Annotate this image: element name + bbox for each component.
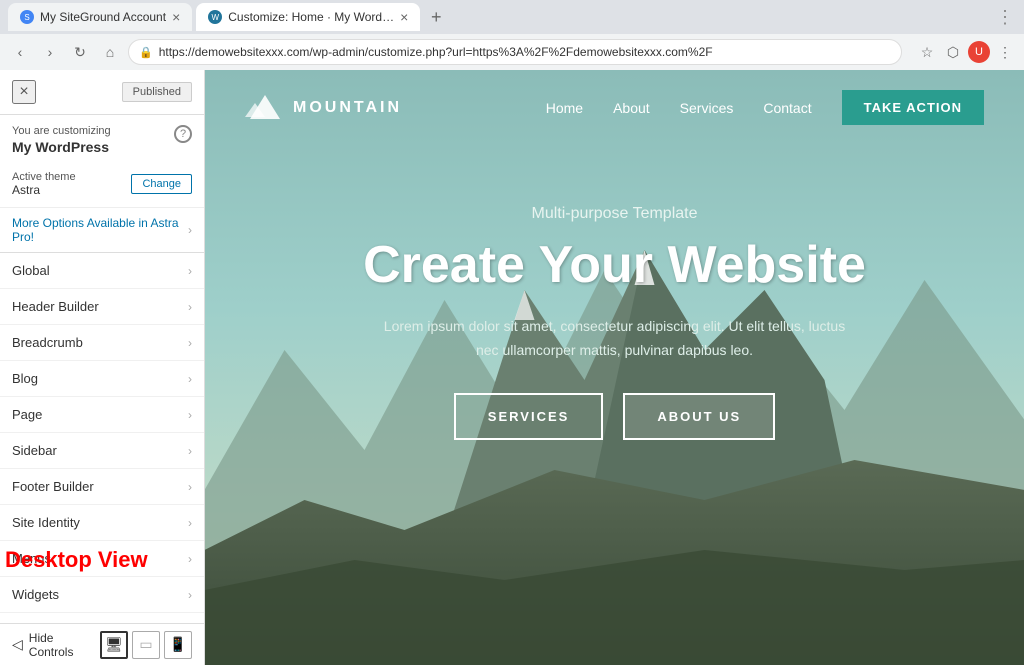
hide-controls-icon: ◁	[12, 636, 23, 653]
lock-icon: 🔒	[139, 46, 153, 59]
logo-text: MOUNTAIN	[293, 99, 402, 117]
astra-pro-chevron: ›	[188, 223, 192, 237]
menu-item-footer-builder-chevron: ›	[188, 480, 192, 494]
profile-icon[interactable]: U	[968, 41, 990, 63]
menu-item-widgets[interactable]: Widgets ›	[0, 577, 204, 613]
tab-1-favicon: S	[20, 10, 34, 24]
new-tab-button[interactable]: +	[424, 5, 448, 29]
hero-content: Multi-purpose Template Create Your Websi…	[205, 145, 1024, 480]
sidebar-bottom: ◁ Hide Controls 🖥 ▭ 📱	[0, 623, 204, 665]
nav-about[interactable]: About	[613, 100, 650, 116]
astra-pro-text: More Options Available in Astra Pro!	[12, 216, 188, 244]
site-header: MOUNTAIN Home About Services Contact TAK…	[205, 70, 1024, 145]
menu-item-header-builder-chevron: ›	[188, 300, 192, 314]
menu-item-menus-label: Menus	[12, 551, 51, 566]
bookmark-icon[interactable]: ☆	[916, 41, 938, 63]
menu-item-page[interactable]: Page ›	[0, 397, 204, 433]
menu-item-site-identity-chevron: ›	[188, 516, 192, 530]
menu-item-sidebar-chevron: ›	[188, 444, 192, 458]
tab-1-title: My SiteGround Account	[40, 10, 166, 24]
site-nav: Home About Services Contact TAKE ACTION	[546, 90, 984, 125]
menu-item-breadcrumb-label: Breadcrumb	[12, 335, 83, 350]
nav-contact[interactable]: Contact	[763, 100, 811, 116]
customizing-label: You are customizing	[12, 125, 111, 137]
address-bar: ‹ › ↻ ⌂ 🔒 https://demowebsitexxx.com/wp-…	[0, 34, 1024, 70]
hero-description: Lorem ipsum dolor sit amet, consectetur …	[375, 315, 855, 363]
menu-item-homepage-settings[interactable]: Homepage Settings ›	[0, 613, 204, 623]
published-badge: Published	[122, 82, 192, 102]
tab-bar: S My SiteGround Account × W Customize: H…	[0, 0, 1024, 34]
menu-item-breadcrumb-chevron: ›	[188, 336, 192, 350]
tab-2-close[interactable]: ×	[400, 9, 408, 25]
nav-cta-button[interactable]: TAKE ACTION	[842, 90, 984, 125]
tab-2-title: Customize: Home · My Word…	[228, 10, 394, 24]
menu-item-site-identity-label: Site Identity	[12, 515, 80, 530]
astra-pro-banner[interactable]: More Options Available in Astra Pro! ›	[0, 208, 204, 253]
menu-item-breadcrumb[interactable]: Breadcrumb ›	[0, 325, 204, 361]
menu-item-blog-chevron: ›	[188, 372, 192, 386]
sidebar-header: × Published	[0, 70, 204, 115]
theme-row: Active theme Astra Change	[0, 165, 204, 208]
menu-item-global-chevron: ›	[188, 264, 192, 278]
site-preview: MOUNTAIN Home About Services Contact TAK…	[205, 70, 1024, 665]
hide-controls-label: Hide Controls	[29, 631, 82, 659]
menu-item-header-builder-label: Header Builder	[12, 299, 99, 314]
site-name: My WordPress	[12, 139, 111, 155]
preview-area: MOUNTAIN Home About Services Contact TAK…	[205, 70, 1024, 665]
sidebar-menu: Global › Header Builder › Breadcrumb › B…	[0, 253, 204, 623]
menu-item-menus[interactable]: Menus ›	[0, 541, 204, 577]
logo-mountain-icon	[245, 93, 285, 123]
tab-2[interactable]: W Customize: Home · My Word… ×	[196, 3, 420, 31]
services-button[interactable]: SERVICES	[454, 393, 604, 440]
window-controls: ⋮	[994, 6, 1016, 28]
url-bar[interactable]: 🔒 https://demowebsitexxx.com/wp-admin/cu…	[128, 39, 902, 65]
home-button[interactable]: ⌂	[98, 40, 122, 64]
menu-icon[interactable]: ⋮	[994, 41, 1016, 63]
about-button[interactable]: ABOUT US	[623, 393, 775, 440]
sidebar-info: You are customizing My WordPress ?	[0, 115, 204, 165]
help-icon[interactable]: ?	[174, 125, 192, 143]
menu-item-site-identity[interactable]: Site Identity ›	[0, 505, 204, 541]
browser-chrome: S My SiteGround Account × W Customize: H…	[0, 0, 1024, 70]
tab-1-close[interactable]: ×	[172, 9, 180, 25]
menu-item-sidebar[interactable]: Sidebar ›	[0, 433, 204, 469]
sidebar-close-button[interactable]: ×	[12, 80, 36, 104]
reload-button[interactable]: ↻	[68, 40, 92, 64]
url-text: https://demowebsitexxx.com/wp-admin/cust…	[159, 45, 713, 59]
hero-title: Create Your Website	[245, 235, 984, 295]
customize-sidebar: × Published You are customizing My WordP…	[0, 70, 205, 665]
nav-services[interactable]: Services	[680, 100, 734, 116]
menu-item-blog[interactable]: Blog ›	[0, 361, 204, 397]
menu-item-blog-label: Blog	[12, 371, 38, 386]
nav-home[interactable]: Home	[546, 100, 583, 116]
desktop-view-button[interactable]: 🖥	[100, 631, 128, 659]
extensions-icon[interactable]: ⬡	[942, 41, 964, 63]
menu-item-footer-builder[interactable]: Footer Builder ›	[0, 469, 204, 505]
menu-item-global-label: Global	[12, 263, 50, 278]
menu-item-header-builder[interactable]: Header Builder ›	[0, 289, 204, 325]
menu-item-widgets-label: Widgets	[12, 587, 59, 602]
tablet-view-button[interactable]: ▭	[132, 631, 160, 659]
hero-subtitle: Multi-purpose Template	[245, 205, 984, 223]
change-theme-button[interactable]: Change	[131, 174, 192, 194]
tab-2-favicon: W	[208, 10, 222, 24]
menu-item-sidebar-label: Sidebar	[12, 443, 57, 458]
hero-buttons: SERVICES ABOUT US	[245, 393, 984, 440]
hide-controls[interactable]: ◁ Hide Controls	[12, 631, 82, 659]
menu-item-widgets-chevron: ›	[188, 588, 192, 602]
menu-item-page-label: Page	[12, 407, 42, 422]
menu-item-page-chevron: ›	[188, 408, 192, 422]
site-logo: MOUNTAIN	[245, 93, 402, 123]
active-theme-label: Active theme	[12, 171, 76, 183]
mobile-view-button[interactable]: 📱	[164, 631, 192, 659]
forward-button[interactable]: ›	[38, 40, 62, 64]
menu-item-menus-chevron: ›	[188, 552, 192, 566]
theme-name: Astra	[12, 183, 76, 197]
back-button[interactable]: ‹	[8, 40, 32, 64]
tab-1[interactable]: S My SiteGround Account ×	[8, 3, 192, 31]
menu-item-footer-builder-label: Footer Builder	[12, 479, 94, 494]
menu-item-global[interactable]: Global ›	[0, 253, 204, 289]
